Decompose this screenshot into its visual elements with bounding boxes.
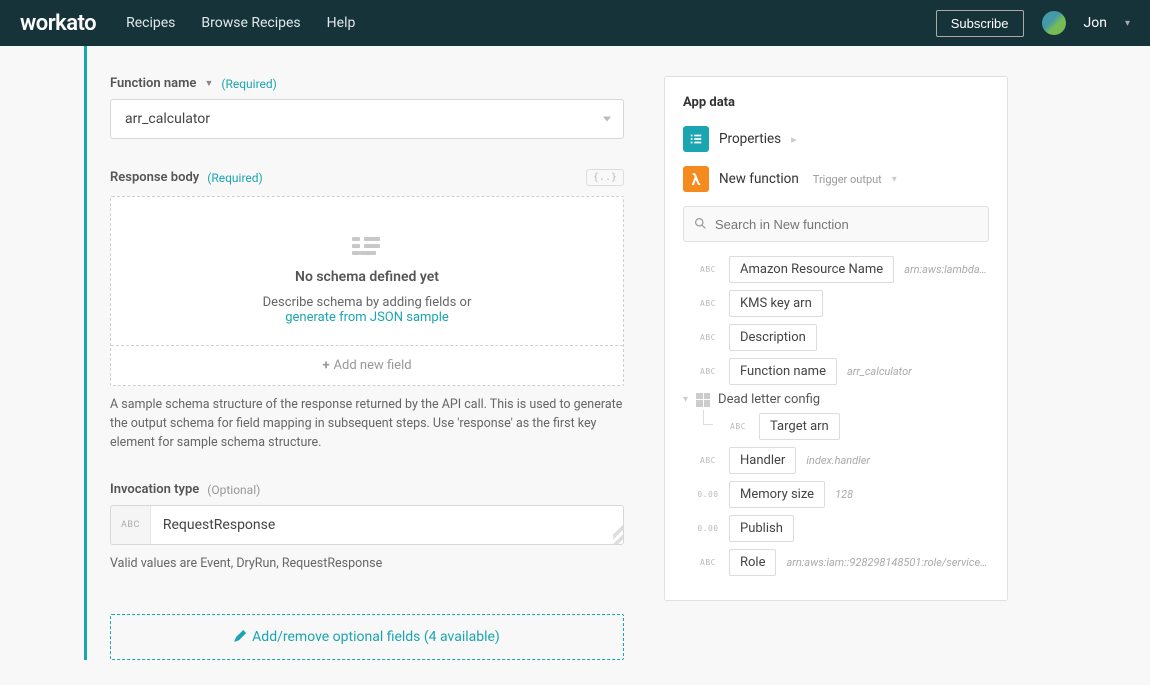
- pill-sample: arn:aws:iam::928298148501:role/service-r…: [786, 556, 989, 569]
- type-badge: ABC: [697, 558, 719, 567]
- properties-label: Properties: [719, 131, 781, 147]
- function-name-section: Function name ▼ (Required) arr_calculato…: [110, 76, 624, 139]
- nav-browse[interactable]: Browse Recipes: [201, 15, 300, 31]
- required-tag: (Required): [221, 77, 276, 91]
- data-pill[interactable]: Description: [729, 324, 817, 351]
- pill-row: ABC Handler index.handler: [683, 447, 989, 474]
- pill-sample: arr_calculator: [847, 365, 989, 378]
- pill-row: ABC Function name arr_calculator: [683, 358, 989, 385]
- dead-letter-config-row[interactable]: ▾ Dead letter config: [683, 392, 989, 407]
- function-name-value: arr_calculator: [125, 111, 210, 127]
- topbar: workato Recipes Browse Recipes Help Subs…: [0, 0, 1150, 46]
- toggle-json-icon[interactable]: {..}: [586, 169, 624, 186]
- response-body-section: Response body (Required) {..} No schema …: [110, 169, 624, 452]
- type-badge: ABC: [111, 506, 151, 544]
- data-pill[interactable]: Function name: [729, 358, 837, 385]
- schema-desc: Describe schema by adding fields or: [263, 295, 472, 310]
- new-function-row[interactable]: λ New function Trigger output ▾: [683, 166, 989, 192]
- data-pill[interactable]: Amazon Resource Name: [729, 256, 894, 283]
- data-pill[interactable]: KMS key arn: [729, 290, 823, 317]
- add-field-button[interactable]: + Add new field: [111, 345, 623, 385]
- generate-json-link[interactable]: generate from JSON sample: [285, 310, 449, 325]
- optional-fields-button[interactable]: Add/remove optional fields (4 available): [110, 614, 624, 660]
- pill-sample: 128: [835, 488, 989, 501]
- plus-icon: +: [322, 358, 329, 373]
- pill-row: 0.00 Memory size 128: [683, 481, 989, 508]
- pill-row: ABC Amazon Resource Name arn:aws:lambda:us…: [683, 256, 989, 283]
- caret-down-icon: ▾: [683, 394, 688, 405]
- pill-row: ABC Role arn:aws:iam::928298148501:role/se…: [683, 549, 989, 576]
- user-name[interactable]: Jon: [1084, 15, 1107, 31]
- search-icon: [694, 215, 707, 234]
- no-schema-title: No schema defined yet: [131, 269, 603, 285]
- caret-down-icon[interactable]: ▾: [892, 174, 897, 185]
- pill-row: ABC Description: [683, 324, 989, 351]
- response-body-label: Response body: [110, 170, 199, 185]
- invocation-section: Invocation type (Optional) ABC RequestRe…: [110, 482, 624, 574]
- trigger-output-label: Trigger output: [813, 173, 882, 186]
- resize-grip[interactable]: [613, 506, 623, 544]
- search-input[interactable]: [715, 217, 978, 232]
- schema-box: No schema defined yet Describe schema by…: [110, 196, 624, 386]
- subscribe-button[interactable]: Subscribe: [936, 10, 1024, 37]
- data-pill[interactable]: Role: [729, 549, 776, 576]
- properties-row[interactable]: Properties ▸: [683, 126, 989, 152]
- type-badge: ABC: [697, 456, 719, 465]
- lambda-icon: λ: [683, 166, 709, 192]
- invocation-value: RequestResponse: [151, 517, 613, 533]
- function-name-label: Function name: [110, 76, 196, 91]
- type-badge: ABC: [727, 422, 749, 431]
- data-pill-target-arn[interactable]: Target arn: [759, 413, 840, 440]
- invocation-label: Invocation type: [110, 482, 199, 497]
- chevron-down-icon[interactable]: ▾: [1125, 18, 1130, 29]
- nav-recipes[interactable]: Recipes: [126, 15, 175, 31]
- response-body-help: A sample schema structure of the respons…: [110, 396, 624, 452]
- type-badge: ABC: [697, 333, 719, 342]
- optional-tag: (Optional): [207, 483, 260, 497]
- dead-letter-label: Dead letter config: [718, 392, 820, 407]
- logo[interactable]: workato: [20, 11, 96, 36]
- data-search[interactable]: [683, 206, 989, 242]
- add-field-label: Add new field: [334, 358, 412, 373]
- data-pill[interactable]: Publish: [729, 515, 794, 542]
- optional-fields-label: Add/remove optional fields (4 available): [252, 629, 500, 645]
- caret-down-icon[interactable]: ▼: [204, 78, 213, 89]
- type-badge: ABC: [697, 265, 719, 274]
- pill-row: ABC KMS key arn: [683, 290, 989, 317]
- properties-icon: [683, 126, 709, 152]
- object-icon: [696, 393, 710, 407]
- app-data-panel: App data Properties ▸ λ New function Tri…: [664, 76, 1008, 601]
- type-badge: 0.00: [697, 524, 719, 533]
- data-pill[interactable]: Handler: [729, 447, 796, 474]
- step-rail: [84, 46, 87, 660]
- schema-placeholder-icon: [352, 237, 382, 257]
- fade-overlay: [665, 580, 1007, 600]
- avatar[interactable]: [1042, 11, 1066, 35]
- pencil-icon: [234, 630, 246, 642]
- pill-row: 0.00 Publish: [683, 515, 989, 542]
- data-pill[interactable]: Memory size: [729, 481, 825, 508]
- type-badge: 0.00: [697, 490, 719, 499]
- invocation-help: Valid values are Event, DryRun, RequestR…: [110, 555, 624, 574]
- invocation-input[interactable]: ABC RequestResponse: [110, 505, 624, 545]
- function-name-select[interactable]: arr_calculator: [110, 99, 624, 139]
- type-badge: ABC: [697, 367, 719, 376]
- nav-help[interactable]: Help: [327, 15, 356, 31]
- chevron-right-icon: ▸: [791, 133, 797, 146]
- required-tag: (Required): [207, 171, 262, 185]
- form-column: Function name ▼ (Required) arr_calculato…: [84, 76, 624, 660]
- app-data-title: App data: [683, 95, 989, 110]
- new-function-label: New function: [719, 171, 799, 187]
- pill-sample: index.handler: [806, 454, 989, 467]
- pill-sample: arn:aws:lambda:us-west-2:9: [904, 263, 989, 276]
- type-badge: ABC: [697, 299, 719, 308]
- pill-row-target-arn: ABC Target arn: [713, 413, 989, 440]
